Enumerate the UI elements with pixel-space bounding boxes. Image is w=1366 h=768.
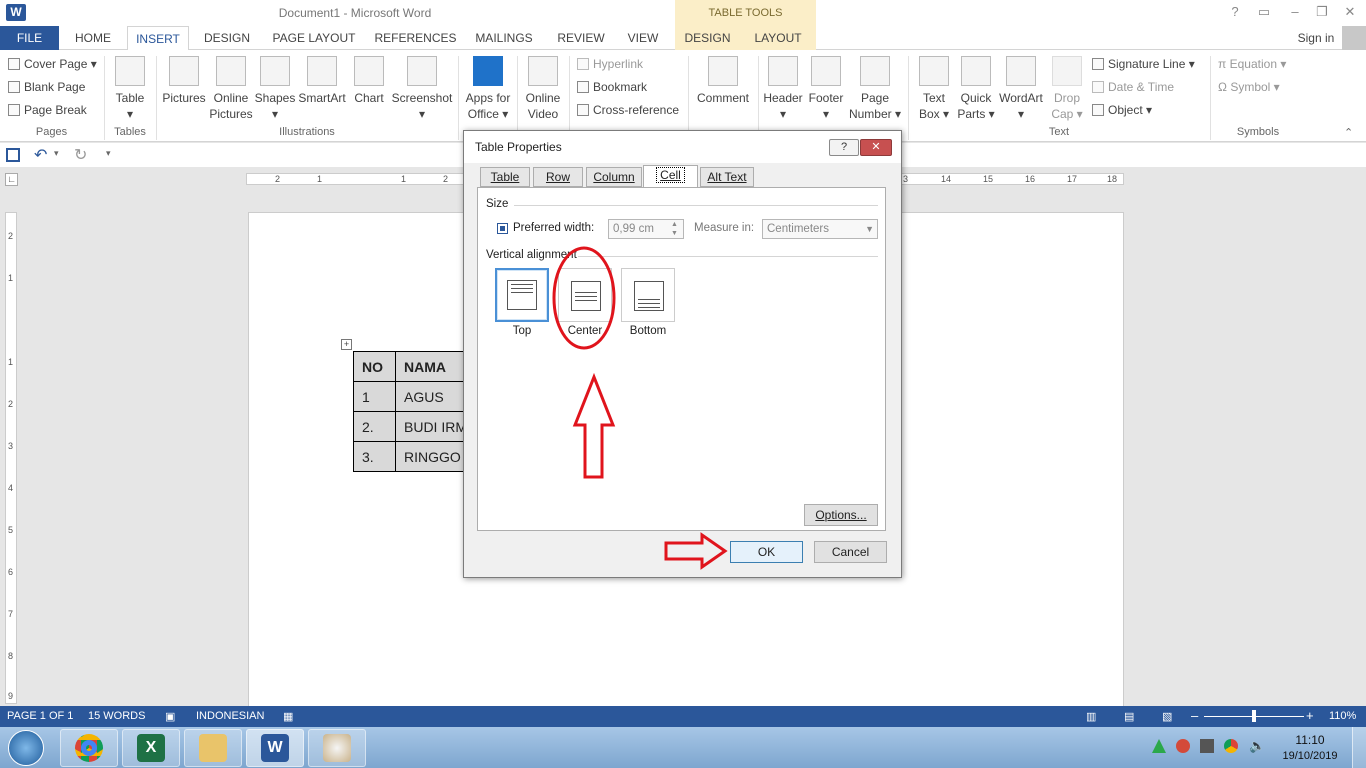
paint-icon xyxy=(323,734,351,762)
zoom-out-icon[interactable]: – xyxy=(1191,708,1198,723)
chrome-tray-icon[interactable] xyxy=(1224,739,1238,753)
clock-time[interactable]: 11:10 xyxy=(1280,733,1340,747)
network-icon[interactable] xyxy=(1200,739,1214,753)
language-indicator[interactable]: INDONESIAN xyxy=(196,710,264,722)
proofing-icon[interactable]: ▣ xyxy=(165,710,175,723)
folder-icon xyxy=(199,734,227,762)
word-taskbar-button[interactable]: W xyxy=(246,729,304,767)
show-desktop-button[interactable] xyxy=(1352,727,1366,768)
tray-app-icon[interactable] xyxy=(1176,739,1190,753)
read-mode-icon[interactable]: ▥ xyxy=(1086,710,1096,723)
status-bar: PAGE 1 OF 1 15 WORDS ▣ INDONESIAN ▦ ▥ ▤ … xyxy=(0,706,1366,727)
excel-taskbar-button[interactable]: X xyxy=(122,729,180,767)
excel-icon: X xyxy=(137,734,165,762)
macro-icon[interactable]: ▦ xyxy=(283,710,293,723)
tray-app-icon[interactable] xyxy=(1152,739,1166,753)
start-button[interactable] xyxy=(8,730,44,766)
annotation-overlay xyxy=(552,246,728,570)
annotation-right-arrow xyxy=(664,532,728,570)
volume-icon[interactable]: 🔈 xyxy=(1249,738,1265,754)
taskbar: X W 🔈 11:10 19/10/2019 xyxy=(0,727,1366,768)
web-layout-icon[interactable]: ▧ xyxy=(1162,710,1172,723)
explorer-taskbar-button[interactable] xyxy=(184,729,242,767)
chrome-taskbar-button[interactable] xyxy=(60,729,118,767)
zoom-slider-thumb[interactable] xyxy=(1252,710,1256,722)
zoom-in-icon[interactable]: + xyxy=(1306,708,1314,723)
chrome-icon xyxy=(75,734,103,762)
annotation-circle xyxy=(552,246,616,350)
zoom-level[interactable]: 110% xyxy=(1329,710,1356,722)
annotation-up-arrow xyxy=(572,372,616,479)
word-count[interactable]: 15 WORDS xyxy=(88,710,145,722)
word-taskbar-icon: W xyxy=(261,734,289,762)
clock-date[interactable]: 19/10/2019 xyxy=(1278,750,1342,762)
print-layout-icon[interactable]: ▤ xyxy=(1124,710,1134,723)
paint-taskbar-button[interactable] xyxy=(308,729,366,767)
page-count[interactable]: PAGE 1 OF 1 xyxy=(7,710,73,722)
